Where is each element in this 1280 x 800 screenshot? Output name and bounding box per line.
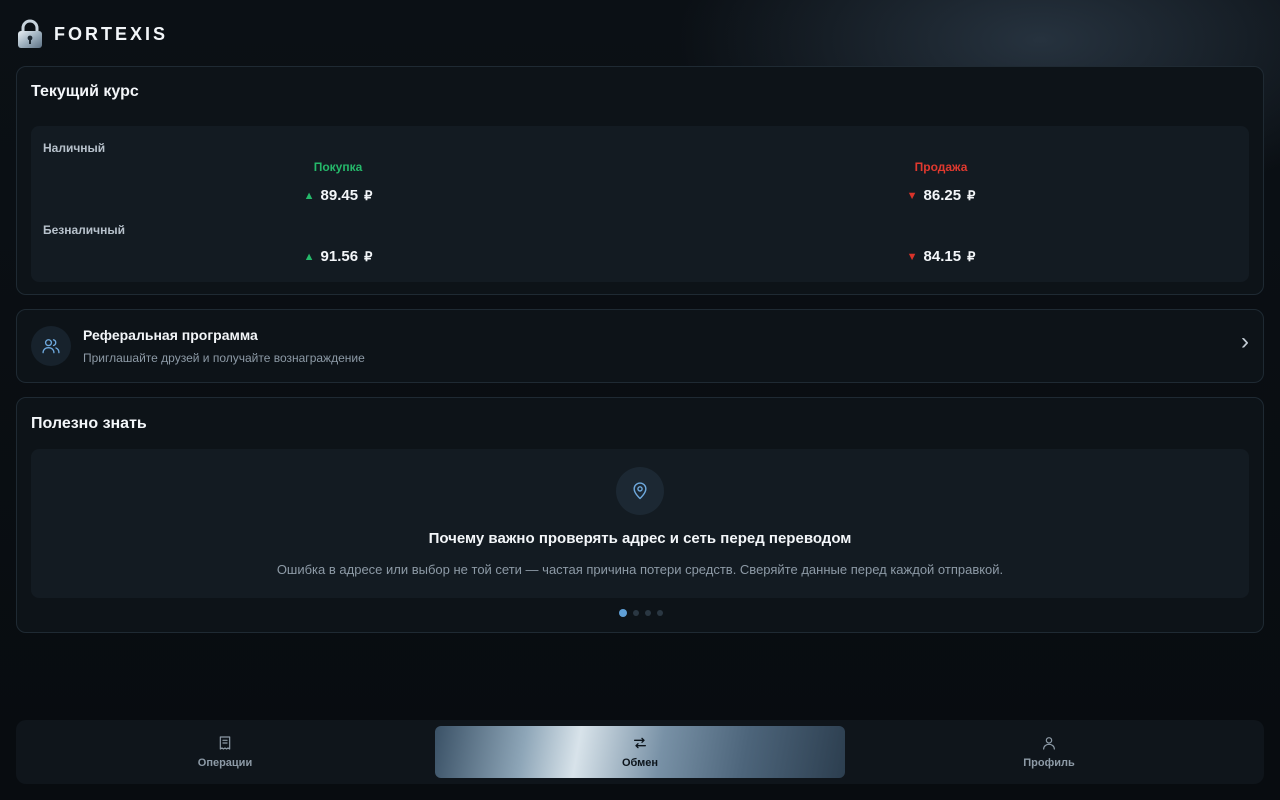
arrow-up-icon: ▲: [303, 250, 315, 263]
carousel-dot[interactable]: [657, 610, 663, 616]
buy-column-header: Покупка: [313, 160, 363, 174]
referral-program-card[interactable]: Реферальная программа Приглашайте друзей…: [16, 309, 1264, 383]
cash-sell-value: 86.25: [923, 187, 962, 204]
tip-text: Ошибка в адресе или выбор не той сети — …: [276, 562, 1004, 577]
chevron-right-icon: ›: [1241, 328, 1249, 355]
useful-title: Полезно знать: [31, 415, 147, 432]
nav-item-profile[interactable]: Профиль: [844, 726, 1254, 778]
tip-title: Почему важно проверять адрес и сеть пере…: [428, 530, 852, 547]
brand-name: FORTEXIS: [54, 23, 169, 44]
carousel-dot[interactable]: [633, 610, 639, 616]
arrow-down-icon: ▼: [906, 250, 918, 263]
cashless-buy-rate: ▲ 91.56 ₽: [238, 248, 438, 265]
cash-buy-value: 89.45: [320, 187, 359, 204]
arrow-up-icon: ▲: [303, 189, 315, 202]
cash-label: Наличный: [43, 141, 106, 155]
cashless-buy-value: 91.56: [320, 248, 359, 265]
carousel-pagination: [17, 609, 1265, 617]
ruble-symbol: ₽: [364, 248, 373, 264]
cash-sell-rate: ▼ 86.25 ₽: [841, 187, 1041, 204]
rates-table: Наличный Покупка Продажа ▲ 89.45 ₽ ▼ 86.…: [31, 126, 1249, 282]
useful-to-know-card: Полезно знать Почему важно проверять адр…: [16, 397, 1264, 633]
cashless-sell-rate: ▼ 84.15 ₽: [841, 248, 1041, 265]
referral-subtitle: Приглашайте друзей и получайте вознаграж…: [83, 351, 365, 365]
nav-item-operations[interactable]: Операции: [20, 726, 430, 778]
padlock-icon: [16, 19, 44, 49]
ruble-symbol: ₽: [967, 248, 976, 264]
cashless-sell-value: 84.15: [923, 248, 962, 265]
swap-arrows-icon: [632, 735, 648, 751]
tip-slide[interactable]: Почему важно проверять адрес и сеть пере…: [31, 449, 1249, 598]
receipt-icon: [217, 735, 233, 751]
carousel-dot[interactable]: [619, 609, 627, 617]
cash-buy-rate: ▲ 89.45 ₽: [238, 187, 438, 204]
bottom-navigation: Операции Обмен Профиль: [16, 720, 1264, 784]
arrow-down-icon: ▼: [906, 189, 918, 202]
nav-label-profile: Профиль: [1023, 757, 1075, 769]
sell-column-header: Продажа: [914, 160, 968, 174]
map-pin-icon: [616, 467, 664, 515]
app-header: FORTEXIS: [16, 18, 168, 50]
ruble-symbol: ₽: [967, 187, 976, 203]
ruble-symbol: ₽: [364, 187, 373, 203]
referral-title: Реферальная программа: [83, 327, 258, 343]
nav-label-exchange: Обмен: [621, 757, 659, 769]
users-icon: [31, 326, 71, 366]
rates-title: Текущий курс: [31, 83, 139, 100]
current-rate-card: Текущий курс Наличный Покупка Продажа ▲ …: [16, 66, 1264, 295]
cashless-label: Безналичный: [43, 223, 126, 237]
nav-item-exchange[interactable]: Обмен: [435, 726, 845, 778]
carousel-dot[interactable]: [645, 610, 651, 616]
nav-label-operations: Операции: [197, 757, 253, 769]
user-icon: [1041, 735, 1057, 751]
